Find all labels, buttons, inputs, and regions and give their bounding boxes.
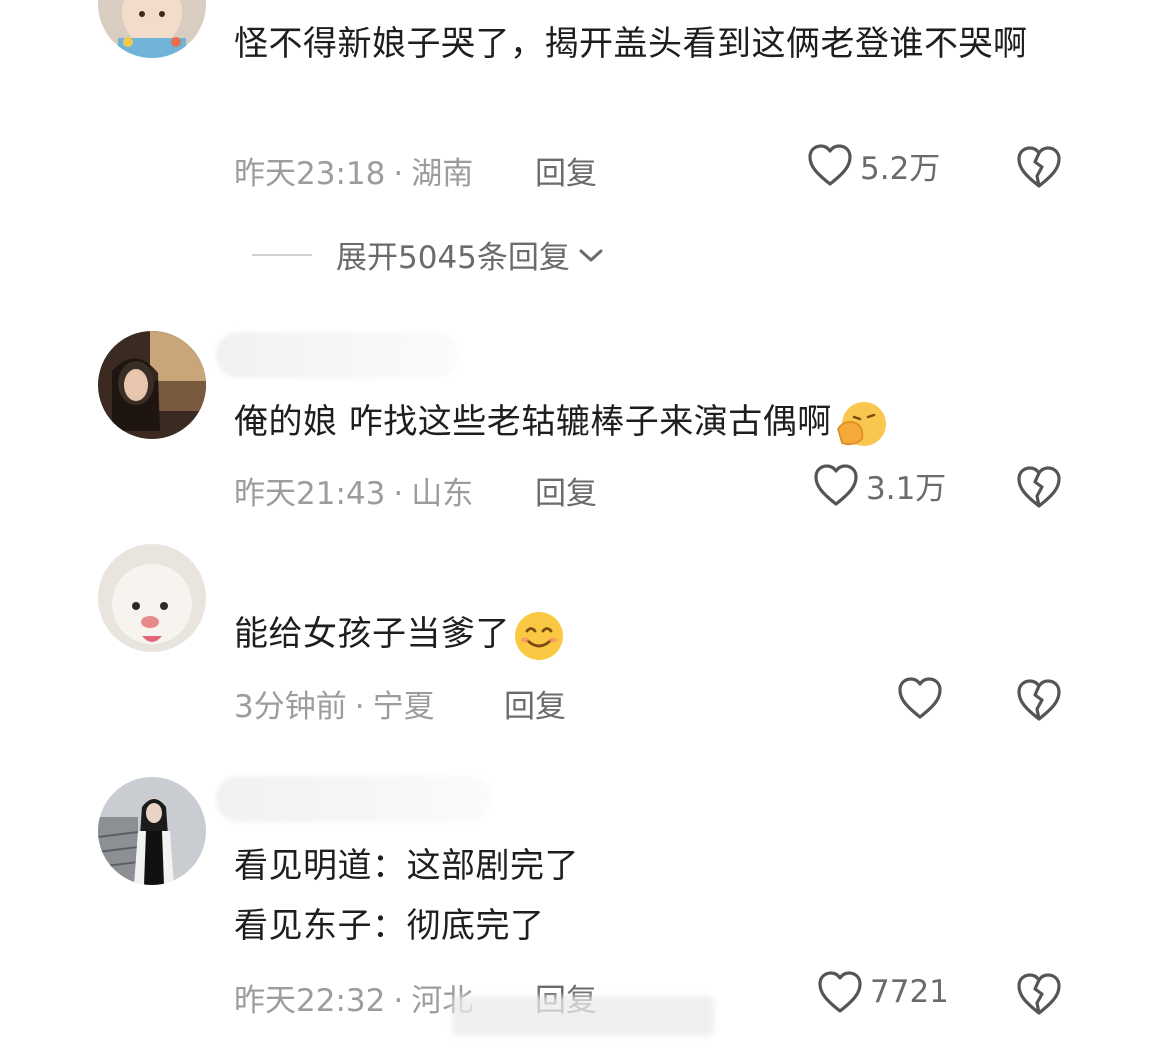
timestamp: 昨天23:18: [234, 156, 386, 192]
location: 湖南: [411, 156, 474, 192]
avatar[interactable]: [98, 331, 206, 439]
like-button[interactable]: 5.2万: [806, 142, 940, 188]
location: 宁夏: [372, 689, 435, 725]
comment-meta: 昨天22:32 · 河北: [234, 983, 474, 1019]
dislike-button[interactable]: [1015, 463, 1063, 511]
like-button[interactable]: 7721: [816, 969, 949, 1015]
avatar[interactable]: [98, 0, 206, 58]
comment-meta: 昨天21:43 · 山东: [234, 476, 474, 512]
comment-text: 看见明道：这部剧完了 看见东子：彻底完了: [234, 836, 1094, 956]
dislike-button[interactable]: [1015, 676, 1063, 724]
expand-label: 展开5045条回复: [336, 240, 570, 276]
heart-outline-icon: [818, 971, 862, 1013]
broken-heart-icon: [1017, 146, 1061, 188]
broken-heart-icon: [1017, 466, 1061, 508]
chevron-down-icon: [579, 249, 603, 261]
avatar[interactable]: [98, 777, 206, 885]
heart-outline-icon: [898, 677, 942, 719]
like-button[interactable]: [896, 675, 950, 721]
like-count: 3.1万: [866, 470, 947, 507]
watermark-overlay: [452, 996, 714, 1036]
comment-text: 怪不得新娘子哭了，揭开盖头看到这俩老登谁不哭啊: [234, 24, 1028, 64]
broken-heart-icon: [1017, 679, 1061, 721]
timestamp: 昨天21:43: [234, 476, 386, 512]
broken-heart-icon: [1017, 973, 1061, 1015]
heart-outline-icon: [808, 144, 852, 186]
avatar[interactable]: [98, 544, 206, 652]
reply-button[interactable]: 回复: [535, 468, 597, 513]
like-count: 5.2万: [860, 150, 941, 187]
comment-line-2: 看见东子：彻底完了: [234, 906, 545, 946]
reply-button[interactable]: 回复: [504, 681, 566, 726]
comment-text: 俺的娘 咋找这些老轱辘棒子来演古偶啊: [234, 392, 1094, 452]
username-redacted: [216, 332, 458, 378]
smiling-face-icon: [515, 611, 563, 660]
comment-meta: 3分钟前 · 宁夏: [234, 689, 435, 725]
comment-text: 能给女孩子当爹了: [234, 604, 1094, 664]
dislike-button[interactable]: [1015, 143, 1063, 191]
face-with-hand-over-mouth-icon: [837, 401, 886, 446]
expand-replies-button[interactable]: 展开5045条回复: [252, 232, 606, 277]
timestamp: 3分钟前: [234, 689, 347, 725]
timestamp: 昨天22:32: [234, 983, 386, 1019]
divider: [252, 253, 312, 256]
dislike-button[interactable]: [1015, 970, 1063, 1018]
like-button[interactable]: 3.1万: [812, 462, 946, 508]
reply-button[interactable]: 回复: [535, 148, 597, 193]
comment-line-1: 看见明道：这部剧完了: [234, 846, 579, 886]
username-redacted: [216, 776, 492, 822]
like-count: 7721: [870, 974, 949, 1010]
comment-meta: 昨天23:18 · 湖南: [234, 156, 474, 192]
heart-outline-icon: [814, 464, 858, 506]
location: 山东: [411, 476, 474, 512]
